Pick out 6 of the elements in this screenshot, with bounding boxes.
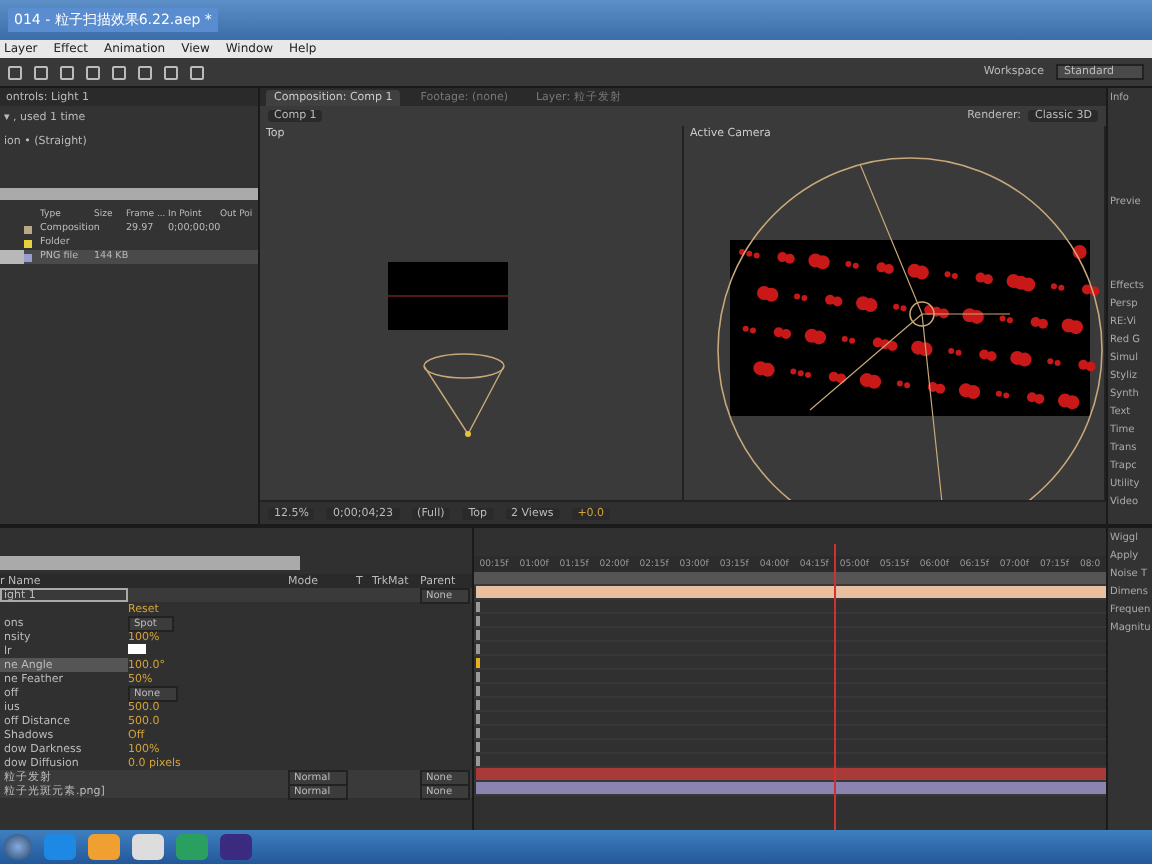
timeline-search-field[interactable]: [0, 556, 300, 570]
start-icon[interactable]: [4, 834, 32, 860]
search-field[interactable]: [0, 188, 258, 200]
playhead-line[interactable]: [834, 544, 837, 830]
color-swatch[interactable]: [128, 644, 146, 654]
app-icon[interactable]: [132, 834, 164, 860]
